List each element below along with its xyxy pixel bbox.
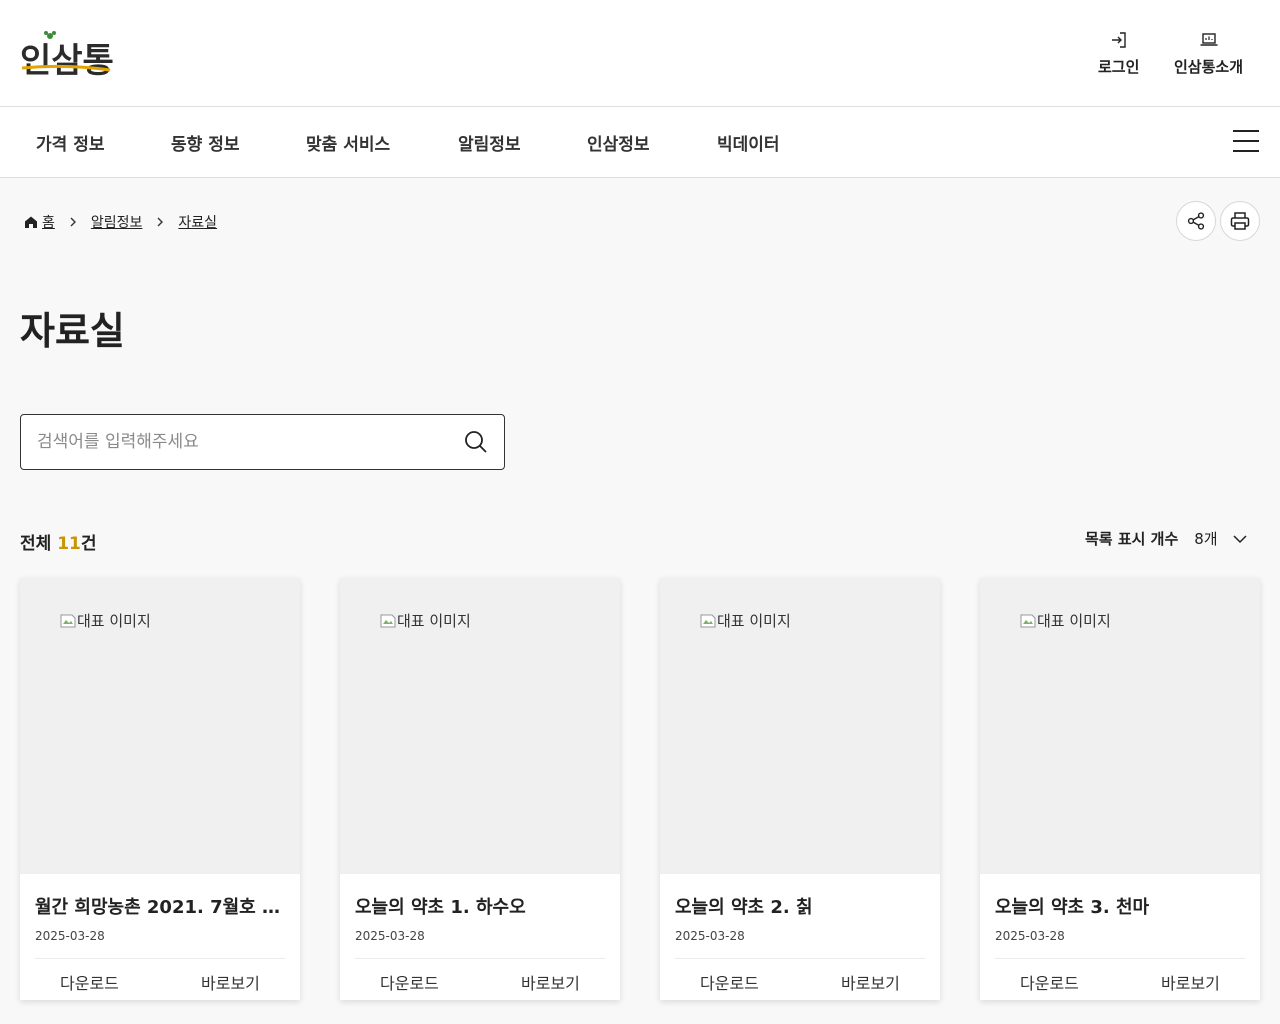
intro-button[interactable]: 인삼통소개 xyxy=(1174,30,1243,77)
image-alt-text: 대표 이미지 xyxy=(717,612,791,630)
home-icon xyxy=(25,216,37,228)
intro-label: 인삼통소개 xyxy=(1174,58,1244,76)
share-icon xyxy=(1187,212,1205,230)
chevron-right-icon xyxy=(157,217,164,227)
chevron-down-icon[interactable] xyxy=(1232,531,1248,547)
login-label: 로그인 xyxy=(1098,58,1140,76)
total-suffix: 건 xyxy=(80,534,97,554)
nav-item-trend[interactable]: 동향 정보 xyxy=(171,130,239,155)
card-divider xyxy=(675,958,925,959)
per-page-value[interactable]: 8개 xyxy=(1194,528,1217,549)
image-alt-text: 대표 이미지 xyxy=(77,612,151,630)
broken-image: 대표 이미지 xyxy=(1020,610,1111,631)
card-divider xyxy=(35,958,285,959)
card-thumbnail[interactable]: 대표 이미지 xyxy=(340,578,620,874)
site-logo[interactable]: 인삼통 xyxy=(18,24,114,82)
breadcrumb-home[interactable]: 홈 xyxy=(42,212,55,232)
card-divider xyxy=(995,958,1245,959)
page-title: 자료실 xyxy=(20,309,125,353)
total-number: 11 xyxy=(57,534,81,554)
login-icon xyxy=(1111,32,1126,48)
svg-text:인삼통: 인삼통 xyxy=(20,41,114,81)
login-button[interactable]: 로그인 xyxy=(1098,30,1139,77)
view-button[interactable]: 바로보기 xyxy=(201,970,260,994)
chevron-right-icon xyxy=(70,217,76,227)
share-button[interactable] xyxy=(1176,201,1216,241)
broken-image-icon xyxy=(1020,614,1036,627)
card-thumbnail[interactable]: 대표 이미지 xyxy=(660,578,940,874)
card-title[interactable]: 월간 희망농촌 2021. 7월호 [... xyxy=(35,893,287,919)
print-button[interactable] xyxy=(1220,201,1260,241)
print-icon xyxy=(1230,212,1250,230)
download-button[interactable]: 다운로드 xyxy=(60,970,119,994)
nav-item-price[interactable]: 가격 정보 xyxy=(36,130,104,155)
main-nav: 가격 정보 동향 정보 맞춤 서비스 알림정보 인삼정보 빅데이터 xyxy=(0,107,1280,178)
broken-image-icon xyxy=(380,614,396,627)
broken-image-icon xyxy=(60,614,76,627)
hamburger-icon[interactable] xyxy=(1233,129,1259,153)
search-input[interactable] xyxy=(37,415,457,469)
nav-item-notice[interactable]: 알림정보 xyxy=(458,130,521,155)
site-header: 인삼통 로그인 인삼통소개 xyxy=(0,0,1280,107)
library-card: 대표 이미지 오늘의 약초 1. 하수오 2025-03-28 다운로드 바로보… xyxy=(340,578,620,1000)
view-button[interactable]: 바로보기 xyxy=(841,970,900,994)
broken-image: 대표 이미지 xyxy=(380,610,471,631)
card-thumbnail[interactable]: 대표 이미지 xyxy=(980,578,1260,874)
card-date: 2025-03-28 xyxy=(35,929,105,943)
image-alt-text: 대표 이미지 xyxy=(397,612,471,630)
per-page-select: 목록 표시 개수 8개 xyxy=(1085,528,1248,549)
broken-image-icon xyxy=(700,614,716,627)
broken-image: 대표 이미지 xyxy=(700,610,791,631)
image-alt-text: 대표 이미지 xyxy=(1037,612,1111,630)
broken-image: 대표 이미지 xyxy=(60,610,151,631)
view-button[interactable]: 바로보기 xyxy=(521,970,580,994)
breadcrumb: 홈 알림정보 자료실 xyxy=(24,212,217,232)
total-prefix: 전체 xyxy=(20,534,58,554)
card-date: 2025-03-28 xyxy=(355,929,425,943)
total-count: 전체 11건 xyxy=(20,529,97,554)
nav-item-custom-service[interactable]: 맞춤 서비스 xyxy=(306,130,390,155)
card-title[interactable]: 오늘의 약초 1. 하수오 xyxy=(355,893,607,919)
view-button[interactable]: 바로보기 xyxy=(1161,970,1220,994)
card-date: 2025-03-28 xyxy=(995,929,1065,943)
breadcrumb-library[interactable]: 자료실 xyxy=(178,212,217,232)
card-date: 2025-03-28 xyxy=(675,929,745,943)
card-title[interactable]: 오늘의 약초 2. 칡 xyxy=(675,893,927,919)
download-button[interactable]: 다운로드 xyxy=(700,970,759,994)
download-button[interactable]: 다운로드 xyxy=(1020,970,1079,994)
search-icon[interactable] xyxy=(463,429,489,455)
laptop-icon xyxy=(1200,33,1217,46)
nav-item-ginseng-info[interactable]: 인삼정보 xyxy=(587,130,650,155)
download-button[interactable]: 다운로드 xyxy=(380,970,439,994)
card-title[interactable]: 오늘의 약초 3. 천마 xyxy=(995,893,1247,919)
per-page-label: 목록 표시 개수 xyxy=(1085,530,1179,548)
breadcrumb-notice[interactable]: 알림정보 xyxy=(91,212,143,232)
card-divider xyxy=(355,958,605,959)
card-thumbnail[interactable]: 대표 이미지 xyxy=(20,578,300,874)
nav-item-bigdata[interactable]: 빅데이터 xyxy=(717,130,780,155)
library-card: 대표 이미지 월간 희망농촌 2021. 7월호 [... 2025-03-28… xyxy=(20,578,300,1000)
library-card: 대표 이미지 오늘의 약초 2. 칡 2025-03-28 다운로드 바로보기 xyxy=(660,578,940,1000)
search-box xyxy=(20,414,505,470)
library-card: 대표 이미지 오늘의 약초 3. 천마 2025-03-28 다운로드 바로보기 xyxy=(980,578,1260,1000)
